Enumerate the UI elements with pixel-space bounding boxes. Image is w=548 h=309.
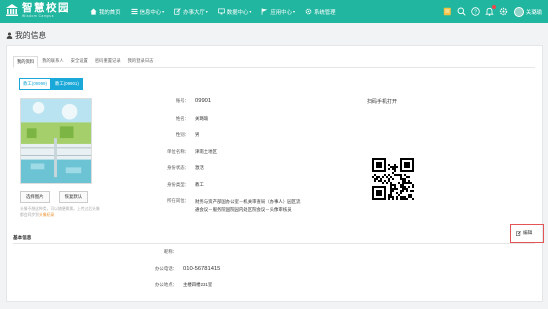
- photo-image: [21, 99, 91, 183]
- field-value: 男: [195, 132, 200, 137]
- profile-card: 我的资料 我的联系人 安全设置 密码重置记录 我的登录日志 教工(09999) …: [6, 45, 544, 302]
- notification-badge: [491, 5, 496, 9]
- nav-item-label: 办事大厅: [183, 9, 205, 16]
- field-label: 办公电话：: [155, 266, 177, 271]
- settings-icon[interactable]: [499, 7, 508, 16]
- gear-icon: [305, 8, 312, 15]
- nav-item-system-admin[interactable]: 系统管理: [305, 8, 336, 16]
- field-name: 姓名： 关璐瑜: [157, 116, 208, 122]
- nav-item-info-center[interactable]: 信息中心 ▾: [131, 8, 165, 16]
- edit-button-label: 编辑: [523, 230, 533, 235]
- photo-history-link[interactable]: 头像纪录: [39, 213, 54, 217]
- logo-title: 智慧校园: [22, 2, 70, 14]
- profile-photo: [20, 98, 92, 184]
- qr-title: 扫码手机打开: [367, 99, 398, 105]
- monitor-icon: [217, 8, 225, 15]
- field-label: 单位名称：: [167, 149, 189, 154]
- field-label: 昵称：: [163, 249, 177, 254]
- field-gender: 性别： 男: [157, 132, 200, 138]
- field-identity-type: 身份类型： 教工: [157, 182, 204, 188]
- header-tools: ? 关璐瑜: [438, 0, 542, 23]
- logo-subtitle: Wisdom Campus: [22, 14, 55, 18]
- field-label: 姓名：: [175, 116, 189, 121]
- photo-tip: 头像不想这种类，可以随便换换。上传过后头像都会同步到头像纪录: [20, 206, 100, 218]
- field-value: 010-56781415: [183, 266, 221, 272]
- edit-icon: [174, 8, 181, 15]
- field-office-location: 办公地点： 主楼四楼231室: [137, 282, 212, 288]
- upload-photo-button[interactable]: 选择图片: [20, 191, 50, 203]
- flag-icon: [262, 8, 268, 15]
- identity-switcher: 教工(09999) 教工(09901): [19, 78, 83, 90]
- photo-tip-text: 头像不想这种类，可以随便换换。上传过后头像都会同步到: [20, 207, 100, 217]
- field-account: 账号： 09901: [157, 98, 211, 104]
- restore-default-button[interactable]: 恢复默认: [58, 191, 89, 203]
- edit-highlight-box: 编辑: [510, 224, 544, 243]
- user-avatar[interactable]: [513, 6, 524, 17]
- list-icon: [131, 8, 138, 15]
- field-value: 激活: [195, 165, 204, 170]
- basic-info-header: 基本信息: [13, 232, 535, 244]
- help-icon[interactable]: ?: [471, 7, 480, 16]
- field-label: 所在岗位：: [167, 198, 189, 203]
- nav-item-label: 应用中心: [270, 9, 292, 16]
- field-value: 教工: [195, 182, 204, 187]
- basic-info-title: 基本信息: [13, 235, 32, 240]
- field-nickname: 昵称：: [137, 249, 183, 255]
- nav-item-service-hall[interactable]: 办事大厅 ▾: [174, 8, 208, 16]
- nav-item-label: 信息中心: [139, 9, 162, 16]
- position-line-2: 通会议－服务院国院园内处区院会议－头像审核员: [195, 207, 292, 212]
- note-icon[interactable]: [443, 7, 452, 16]
- field-position: 所在岗位： 财务与资产部国办公室－机关审查局（办事人）园区流 通会议－服务院国院…: [157, 198, 345, 214]
- tab-my-contacts[interactable]: 我的联系人: [39, 56, 66, 67]
- nav-item-label: 系统管理: [313, 9, 336, 16]
- field-label: 性别：: [175, 132, 189, 137]
- app-logo[interactable]: 智慧校园 Wisdom Campus: [5, 3, 70, 18]
- field-label: 办公地点：: [155, 282, 177, 287]
- field-value: 津南土地区: [195, 149, 217, 154]
- chevron-down-icon: ▾: [249, 9, 252, 14]
- top-navigation-bar: 智慧校园 Wisdom Campus 我的首页 信息中心 ▾ 办事大厅 ▾ 数据…: [0, 0, 548, 23]
- field-label: 身份状态：: [167, 165, 189, 170]
- nav-item-label: 数据中心: [226, 9, 249, 16]
- field-label: 身份类型：: [167, 182, 189, 187]
- chevron-down-icon: ▾: [162, 9, 165, 14]
- nav-item-label: 我的首页: [99, 9, 121, 16]
- field-unit: 单位名称： 津南土地区: [157, 149, 217, 155]
- nav-item-data-center[interactable]: 数据中心 ▾: [217, 8, 252, 16]
- field-identity-status: 身份状态： 激活: [157, 165, 204, 171]
- edit-button[interactable]: 编辑: [516, 230, 532, 236]
- user-icon: [6, 32, 13, 39]
- nav-item-app-center[interactable]: 应用中心 ▾: [261, 8, 295, 16]
- tab-password-reset-log[interactable]: 密码重置记录: [92, 56, 124, 67]
- tab-login-log[interactable]: 我的登录日志: [125, 56, 157, 67]
- search-icon[interactable]: [457, 7, 466, 16]
- main-nav: 我的首页 信息中心 ▾ 办事大厅 ▾ 数据中心 ▾ 应用中心 ▾ 系统管理: [90, 0, 346, 23]
- position-line-1: 财务与资产部国办公室－机关审查局（办事人）园区流: [195, 199, 301, 204]
- pencil-icon: [516, 230, 521, 236]
- field-label: 账号：: [175, 98, 189, 103]
- field-office-phone: 办公电话： 010-56781415: [137, 266, 220, 272]
- bell-icon[interactable]: [484, 5, 496, 16]
- profile-tabs: 我的资料 我的联系人 安全设置 密码重置记录 我的登录日志: [13, 56, 535, 68]
- photo-actions: 选择图片 恢复默认: [20, 191, 97, 203]
- username[interactable]: 关璐瑜: [526, 8, 542, 16]
- chevron-down-icon: ▾: [205, 9, 208, 14]
- identity-button-active[interactable]: 教工(09901): [50, 78, 83, 90]
- nav-item-home[interactable]: 我的首页: [90, 8, 121, 16]
- identity-button[interactable]: 教工(09999): [19, 78, 51, 90]
- chevron-down-icon: ▾: [292, 9, 295, 14]
- field-value: 09901: [195, 98, 212, 104]
- tab-security-settings[interactable]: 安全设置: [68, 56, 91, 67]
- field-value: 关璐瑜: [195, 116, 209, 121]
- field-value: 主楼四楼231室: [183, 282, 213, 287]
- qr-code-icon: [372, 158, 414, 200]
- tab-my-profile[interactable]: 我的资料: [13, 56, 39, 68]
- home-icon: [90, 8, 97, 15]
- page-title: 我的信息: [6, 30, 46, 41]
- svg-text:?: ?: [474, 9, 477, 15]
- page-title-text: 我的信息: [15, 31, 47, 40]
- school-building-icon: [6, 4, 18, 16]
